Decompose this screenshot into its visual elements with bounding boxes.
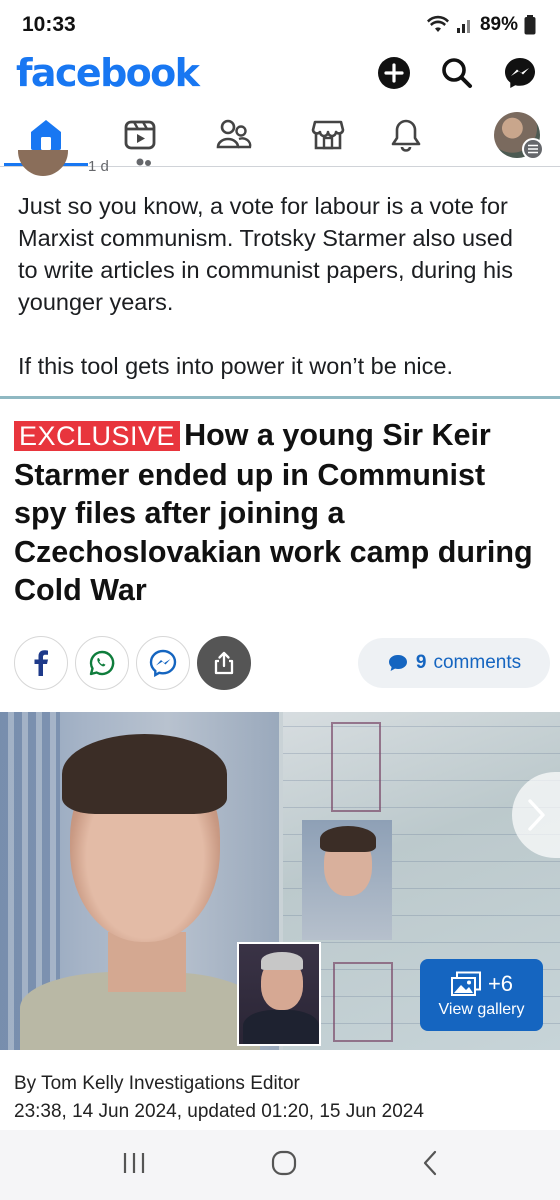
post-body: Just so you know, a vote for labour is a…	[18, 190, 538, 382]
status-right: 89%	[426, 14, 536, 36]
tab-menu[interactable]	[488, 108, 546, 162]
messenger-button[interactable]	[499, 52, 541, 94]
view-gallery-label: View gallery	[438, 1001, 525, 1018]
bell-icon	[391, 119, 421, 152]
home-button[interactable]	[270, 1149, 298, 1182]
create-button[interactable]	[373, 52, 415, 94]
id-photo	[302, 820, 392, 940]
status-time: 10:33	[22, 13, 76, 36]
share-icon	[214, 651, 234, 675]
search-button[interactable]	[436, 52, 478, 94]
home-icon	[31, 120, 61, 150]
audience-friends-icon	[136, 158, 151, 166]
post-time: 1 d	[88, 158, 109, 175]
comment-bubble-icon	[388, 655, 407, 671]
whatsapp-icon	[89, 650, 115, 676]
recents-button[interactable]	[121, 1151, 147, 1180]
facebook-f-icon	[34, 650, 48, 676]
share-more-button[interactable]	[197, 636, 251, 690]
system-nav-bar	[0, 1130, 560, 1200]
article-image-gallery[interactable]: +6 View gallery	[0, 712, 560, 1050]
gallery-count: +6	[487, 971, 514, 996]
wifi-icon	[426, 15, 449, 32]
view-gallery-button[interactable]: +6 View gallery	[420, 959, 543, 1031]
back-chevron-icon	[423, 1150, 436, 1175]
search-icon	[442, 58, 472, 88]
menu-badge	[522, 138, 544, 160]
tab-friends[interactable]	[205, 108, 263, 162]
back-button[interactable]	[421, 1149, 439, 1182]
video-icon	[124, 120, 156, 150]
profile-avatar	[494, 112, 544, 160]
friends-icon	[216, 119, 252, 149]
signal-icon	[456, 20, 470, 33]
share-whatsapp-button[interactable]	[75, 636, 129, 690]
plus-icon	[378, 57, 410, 89]
author-line: By Tom Kelly Investigations Editor	[14, 1073, 300, 1094]
share-facebook-button[interactable]	[14, 636, 68, 690]
tab-marketplace[interactable]	[299, 108, 357, 162]
exclusive-badge: EXCLUSIVE	[14, 421, 181, 451]
main-tab-bar	[0, 108, 560, 166]
post-paragraph: If this tool gets into power it won’t be…	[18, 353, 453, 379]
share-row: 9 comments	[14, 636, 550, 690]
chevron-right-icon	[528, 799, 545, 831]
post-meta: 1 d	[88, 158, 155, 175]
status-bar: 10:33 89%	[0, 0, 560, 50]
date-line: 23:38, 14 Jun 2024, updated 01:20, 15 Ju…	[14, 1101, 424, 1122]
poster-avatar[interactable]	[18, 150, 68, 176]
home-circle-icon	[271, 1150, 297, 1175]
messenger-icon	[505, 58, 535, 88]
facebook-logo[interactable]: facebook	[16, 50, 200, 96]
share-messenger-button[interactable]	[136, 636, 190, 690]
recents-icon	[124, 1152, 145, 1173]
comments-count: 9	[415, 652, 427, 673]
comments-button[interactable]: 9 comments	[358, 638, 550, 688]
inset-portrait	[237, 942, 321, 1046]
article-byline: By Tom Kelly Investigations Editor 23:38…	[14, 1070, 424, 1126]
gallery-images-icon	[450, 971, 481, 996]
article-headline: EXCLUSIVE How a young Sir Keir Starmer en…	[14, 416, 544, 610]
menu-lines-icon	[528, 144, 538, 154]
comments-label: comments	[433, 652, 522, 673]
messenger-share-icon	[149, 649, 177, 677]
battery-percent: 89%	[479, 14, 518, 35]
battery-icon	[524, 15, 536, 35]
marketplace-icon	[311, 120, 345, 150]
header-divider	[0, 166, 560, 167]
post-paragraph: Just so you know, a vote for labour is a…	[18, 193, 514, 315]
tab-video[interactable]	[111, 108, 169, 162]
screenshot-divider	[0, 396, 560, 399]
tab-notifications[interactable]	[377, 108, 435, 162]
app-header: facebook	[0, 50, 560, 102]
